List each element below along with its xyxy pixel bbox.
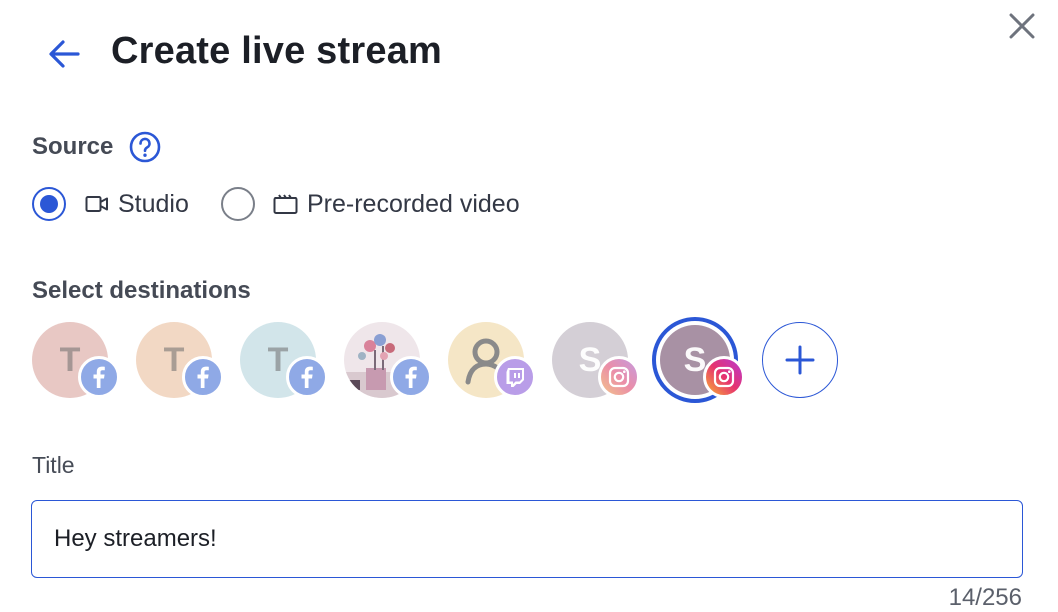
facebook-icon	[78, 356, 120, 398]
source-studio-label[interactable]: Studio	[118, 190, 189, 219]
twitch-icon	[494, 356, 536, 398]
destination-avatar-instagram-1[interactable]: S	[552, 322, 640, 398]
destination-avatar-facebook-3[interactable]: T	[240, 322, 328, 398]
arrow-left-icon	[49, 40, 80, 68]
facebook-icon	[286, 356, 328, 398]
source-label: Source	[32, 133, 114, 160]
destination-avatar-facebook-2[interactable]: T	[136, 322, 224, 398]
source-help-button[interactable]	[128, 130, 162, 164]
source-prerecorded-radio[interactable]	[221, 187, 255, 221]
title-char-counter: 14/256	[948, 584, 1022, 611]
add-destination-button[interactable]	[762, 322, 838, 398]
film-clapper-icon	[273, 194, 298, 214]
plus-icon	[785, 345, 815, 375]
source-studio-radio[interactable]	[32, 187, 66, 221]
page-title: Create live stream	[111, 30, 443, 72]
close-icon	[1009, 13, 1035, 39]
destinations-label: Select destinations	[32, 277, 251, 304]
back-button[interactable]	[44, 36, 84, 72]
destination-avatar-facebook-1[interactable]: T	[32, 322, 120, 398]
destination-avatar-twitch[interactable]	[448, 322, 536, 398]
video-camera-icon	[85, 196, 108, 212]
source-prerecorded-label[interactable]: Pre-recorded video	[307, 190, 520, 219]
destination-avatar-facebook-4[interactable]	[344, 322, 432, 398]
close-button[interactable]	[1004, 8, 1040, 44]
instagram-icon	[598, 356, 640, 398]
facebook-icon	[182, 356, 224, 398]
instagram-icon	[703, 356, 745, 398]
question-circle-icon	[129, 131, 161, 163]
title-field-label: Title	[32, 452, 75, 478]
title-input[interactable]	[31, 500, 1023, 578]
destination-avatar-instagram-2[interactable]: S	[652, 317, 745, 403]
facebook-icon	[390, 356, 432, 398]
